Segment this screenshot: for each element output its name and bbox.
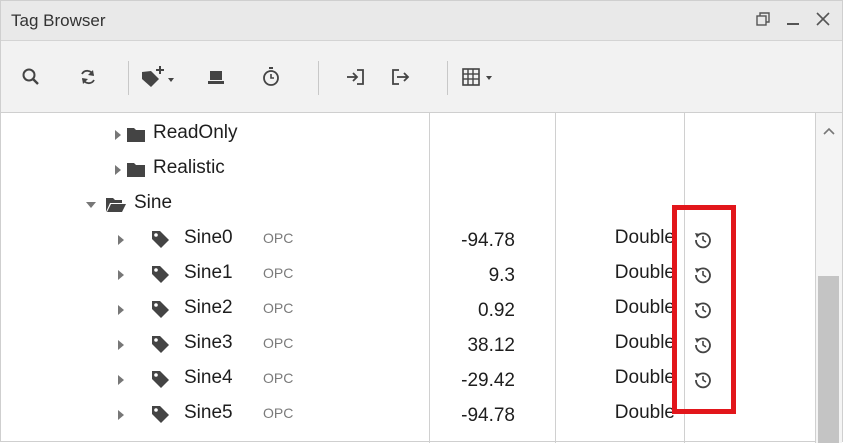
refresh-icon[interactable] [73,63,103,91]
expand-arrow-icon[interactable] [116,304,126,316]
tag-icon [149,404,171,424]
window-title: Tag Browser [11,11,106,30]
tag-data-type: Double [614,367,675,388]
tag-label: Sine5 [184,402,233,423]
tag-data-type: Double [614,297,675,318]
tag-icon [149,264,171,284]
collapse-arrow-icon[interactable] [85,199,97,211]
scrollbar-thumb[interactable] [818,276,839,443]
tag-icon [149,299,171,319]
tag-label: Sine4 [184,367,233,388]
tag-icon [149,229,171,249]
tag-source: OPC [263,405,294,421]
expand-arrow-icon[interactable] [116,374,126,386]
tag-source: OPC [263,265,294,281]
tag-label: Sine3 [184,332,233,353]
tag-row[interactable]: Sine5 OPC -94.78 Double [1,397,817,432]
tag-provider-icon[interactable] [201,63,231,91]
tag-row[interactable]: Sine4 OPC -29.42 Double [1,362,817,397]
tag-source: OPC [263,230,294,246]
history-icon [693,230,713,250]
history-icon [693,265,713,285]
tag-value: 9.3 [488,265,515,286]
folder-label: Realistic [153,157,225,178]
tag-icon [149,334,171,354]
tag-source: OPC [263,370,294,386]
folder-label: ReadOnly [153,122,238,143]
tag-icon [149,369,171,389]
tag-row[interactable]: Sine1 OPC 9.3 Double [1,257,817,292]
tag-label: Sine2 [184,297,233,318]
history-clock-icon[interactable] [256,63,286,91]
toolbar [1,41,842,113]
title-bar: Tag Browser [1,1,842,41]
tag-data-type: Double [614,262,675,283]
tag-value: 38.12 [467,335,515,356]
restore-icon[interactable] [754,7,772,31]
tag-value: -94.78 [461,230,515,251]
tag-label: Sine1 [184,262,233,283]
column-view-icon[interactable] [459,63,503,91]
tree-folder-row[interactable]: Sine [1,187,817,222]
tag-data-type: Double [614,402,675,423]
open-folder-icon [105,194,127,214]
folder-icon [125,124,147,144]
tree-folder-row[interactable]: Realistic [1,152,817,187]
expand-arrow-icon[interactable] [116,234,126,246]
folder-label: Sine [134,192,173,213]
close-icon[interactable] [814,7,832,31]
expand-arrow-icon[interactable] [116,269,126,281]
tag-data-type: Double [614,227,675,248]
tag-data-type: Double [614,332,675,353]
tag-row[interactable]: Sine3 OPC 38.12 Double [1,327,817,362]
toolbar-separator [447,61,448,95]
history-icon [693,335,713,355]
tag-value: 0.92 [478,300,515,321]
tree-folder-row[interactable]: ReadOnly [1,117,817,152]
expand-arrow-icon[interactable] [113,164,123,176]
search-icon[interactable] [16,63,46,91]
history-icon [693,370,713,390]
expand-arrow-icon[interactable] [116,409,126,421]
add-tag-icon[interactable] [138,63,182,91]
tag-row[interactable]: Sine2 OPC 0.92 Double [1,292,817,327]
history-icon [693,300,713,320]
export-icon[interactable] [385,63,415,91]
toolbar-separator [128,61,129,95]
tag-browser-window: Tag Browser ReadOnly Realistic Sine Sine… [0,0,843,443]
tag-source: OPC [263,335,294,351]
expand-arrow-icon[interactable] [116,339,126,351]
vertical-scrollbar[interactable] [815,113,842,443]
tag-label: Sine0 [184,227,233,248]
folder-icon [125,159,147,179]
minimize-icon[interactable] [784,7,802,31]
scroll-up-arrow-icon[interactable] [822,123,836,141]
window-controls [754,7,832,31]
tag-value: -29.42 [461,370,515,391]
tag-tree: ReadOnly Realistic Sine Sine0 OPC -94.78… [1,113,842,443]
tag-row[interactable]: Sine0 OPC -94.78 Double [1,222,817,257]
expand-arrow-icon[interactable] [113,129,123,141]
tag-value: -94.78 [461,405,515,426]
toolbar-separator [318,61,319,95]
tag-source: OPC [263,300,294,316]
import-icon[interactable] [341,63,371,91]
